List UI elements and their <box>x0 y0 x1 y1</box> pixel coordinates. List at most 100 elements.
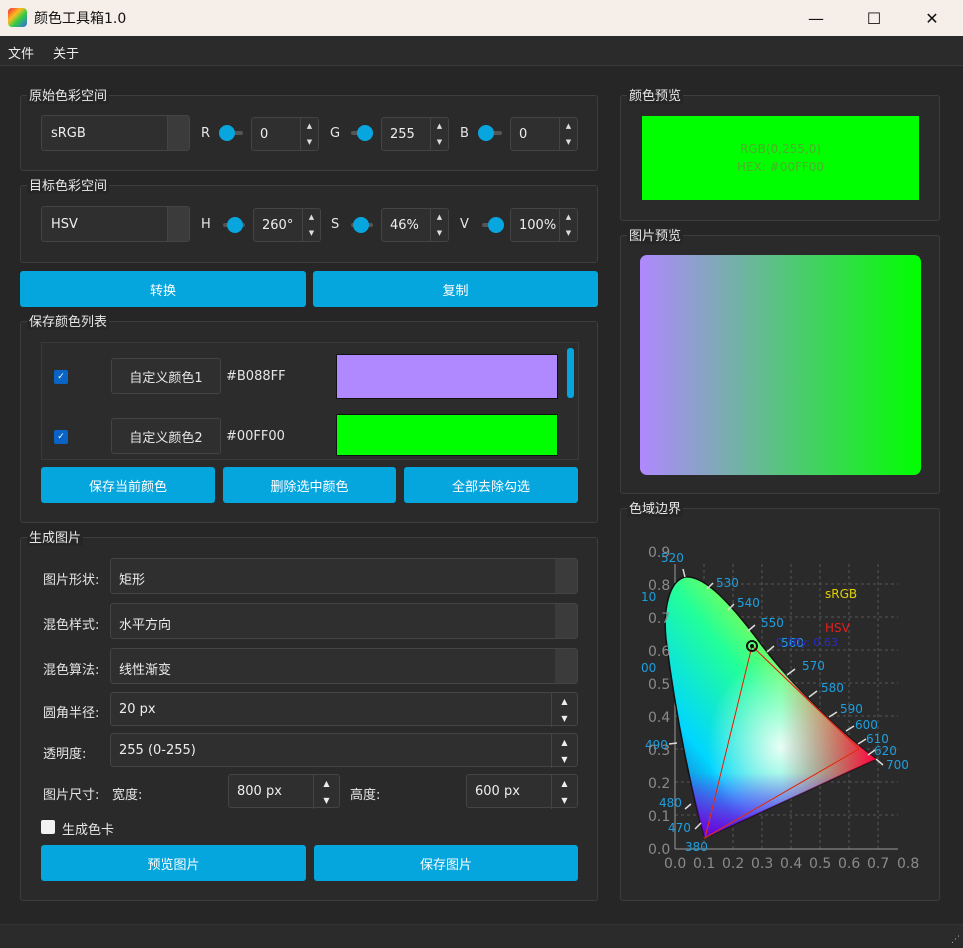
source-space-title: 原始色彩空间 <box>27 89 110 104</box>
slider-knob-icon[interactable] <box>357 125 373 141</box>
minimize-button[interactable]: — <box>787 0 845 36</box>
b-spinbox[interactable]: 0 ▲ ▼ <box>510 117 578 151</box>
uncheck-all-label: 全部去除勾选 <box>451 479 530 495</box>
wl-570: 570 <box>802 659 825 673</box>
spin-arrows-icon[interactable]: ▲ ▼ <box>551 693 577 727</box>
width-spinbox[interactable]: 800 px ▲ ▼ <box>228 774 340 809</box>
maximize-button[interactable]: ☐ <box>845 0 903 36</box>
spin-arrows-icon[interactable]: ▲ ▼ <box>430 209 448 241</box>
size-label: 图片尺寸: <box>43 788 100 803</box>
y-tick: 0.9 <box>648 545 670 561</box>
opacity-spinbox[interactable]: 255 (0-255) ▲ ▼ <box>110 733 578 768</box>
blend-style-select[interactable]: 水平方向 <box>110 603 578 639</box>
legend-srgb: sRGB <box>825 587 857 601</box>
image-preview-group: 图片预览 <box>620 230 940 494</box>
generate-title: 生成图片 <box>27 531 84 546</box>
generate-image-group: 生成图片 图片形状: 矩形 混色样式: 水平方向 混色算法: 线性渐变 圆角半径… <box>20 532 598 901</box>
legend-hsv: HSV <box>825 621 851 635</box>
x-tick: 0.7 <box>867 856 889 872</box>
menu-file[interactable]: 文件 <box>8 43 34 62</box>
color-preview-title: 颜色预览 <box>627 89 684 104</box>
v-spinbox[interactable]: 100% ▲ ▼ <box>510 208 578 242</box>
height-value: 600 px <box>475 784 520 799</box>
y-tick: 0.7 <box>648 611 670 627</box>
r-spinbox[interactable]: 0 ▲ ▼ <box>251 117 319 151</box>
wl-470: 470 <box>668 821 691 835</box>
image-preview-title: 图片预览 <box>627 229 684 244</box>
convert-button[interactable]: 转换 <box>20 271 306 307</box>
wl-580: 580 <box>821 681 844 695</box>
uncheck-all-button[interactable]: 全部去除勾选 <box>404 467 578 503</box>
menu-bar: 文件 关于 <box>0 36 963 66</box>
source-space-select[interactable]: sRGB <box>41 115 190 151</box>
radius-label: 圆角半径: <box>43 706 100 721</box>
delete-selected-button[interactable]: 删除选中颜色 <box>223 467 396 503</box>
color-name-2-text: 自定义颜色2 <box>129 430 203 446</box>
x-tick: 0.4 <box>780 856 802 872</box>
copy-button[interactable]: 复制 <box>313 271 598 307</box>
menu-about[interactable]: 关于 <box>53 43 79 62</box>
color-name-2[interactable]: 自定义颜色2 <box>111 418 221 454</box>
b-slider[interactable] <box>478 124 502 142</box>
v-slider[interactable] <box>480 216 504 234</box>
color-preview-group: 颜色预览 RGB(0,255,0) HEX: #00FF00 <box>620 90 940 221</box>
r-label: R <box>201 126 211 141</box>
save-current-color-button[interactable]: 保存当前颜色 <box>41 467 215 503</box>
saved-colors-group: 保存颜色列表 ✓ 自定义颜色1 #B088FF ✓ 自定义颜色2 #00FF00… <box>20 316 598 523</box>
item-checkbox-1[interactable]: ✓ <box>54 370 68 384</box>
s-spinbox[interactable]: 46% ▲ ▼ <box>381 208 449 242</box>
close-button[interactable]: ✕ <box>903 0 961 36</box>
resize-grip-icon[interactable]: ⋰ <box>951 935 960 945</box>
slider-knob-icon[interactable] <box>478 125 494 141</box>
saved-colors-list: ✓ 自定义颜色1 #B088FF ✓ 自定义颜色2 #00FF00 <box>41 342 579 460</box>
save-current-label: 保存当前颜色 <box>88 479 167 495</box>
spin-arrows-icon[interactable]: ▲ ▼ <box>430 118 448 150</box>
h-spinbox[interactable]: 260° ▲ ▼ <box>253 208 321 242</box>
g-spinbox[interactable]: 255 ▲ ▼ <box>381 117 449 151</box>
radius-spinbox[interactable]: 20 px ▲ ▼ <box>110 692 578 727</box>
y-tick: 0.6 <box>648 644 670 660</box>
spin-arrows-icon[interactable]: ▲ ▼ <box>559 118 577 150</box>
blend-algo-select[interactable]: 线性渐变 <box>110 648 578 684</box>
color-swatch-2 <box>336 414 558 456</box>
h-slider[interactable] <box>221 216 245 234</box>
color-swatch-1 <box>336 354 558 399</box>
width-value: 800 px <box>237 784 282 799</box>
spin-arrows-icon[interactable]: ▲ ▼ <box>559 209 577 241</box>
g-slider[interactable] <box>349 124 373 142</box>
slider-knob-icon[interactable] <box>219 125 235 141</box>
spin-arrows-icon[interactable]: ▲ ▼ <box>313 775 339 809</box>
slider-knob-icon[interactable] <box>353 217 369 233</box>
color-card-checkbox[interactable] <box>41 820 55 834</box>
wl-620: 620 <box>874 744 897 758</box>
list-scrollbar[interactable] <box>567 348 574 398</box>
spin-arrows-icon[interactable]: ▲ ▼ <box>551 734 577 768</box>
save-image-button[interactable]: 保存图片 <box>314 845 578 881</box>
delete-selected-label: 删除选中颜色 <box>270 479 349 495</box>
slider-knob-icon[interactable] <box>227 217 243 233</box>
target-space-title: 目标色彩空间 <box>27 179 110 194</box>
spin-arrows-icon[interactable]: ▲ ▼ <box>300 118 318 150</box>
width-label: 宽度: <box>112 788 143 803</box>
shape-select[interactable]: 矩形 <box>110 558 578 594</box>
height-spinbox[interactable]: 600 px ▲ ▼ <box>466 774 578 809</box>
y-tick: 0.2 <box>648 776 670 792</box>
blend-algo-label: 混色算法: <box>43 663 100 678</box>
wl-700: 700 <box>886 758 909 772</box>
radius-value: 20 px <box>119 702 156 717</box>
s-slider[interactable] <box>349 216 373 234</box>
app-icon <box>8 8 27 27</box>
spin-arrows-icon[interactable]: ▲ ▼ <box>551 775 577 809</box>
color-card-label: 生成色卡 <box>62 823 115 838</box>
item-checkbox-2[interactable]: ✓ <box>54 430 68 444</box>
target-space-select[interactable]: HSV <box>41 206 190 242</box>
spin-arrows-icon[interactable]: ▲ ▼ <box>302 209 320 241</box>
h-value: 260° <box>262 218 294 233</box>
r-slider[interactable] <box>219 124 243 142</box>
wl-480: 480 <box>659 796 682 810</box>
blend-algo-value: 线性渐变 <box>119 663 172 678</box>
g-label: G <box>330 126 341 141</box>
slider-knob-icon[interactable] <box>488 217 504 233</box>
color-name-1[interactable]: 自定义颜色1 <box>111 358 221 394</box>
preview-image-button[interactable]: 预览图片 <box>41 845 306 881</box>
